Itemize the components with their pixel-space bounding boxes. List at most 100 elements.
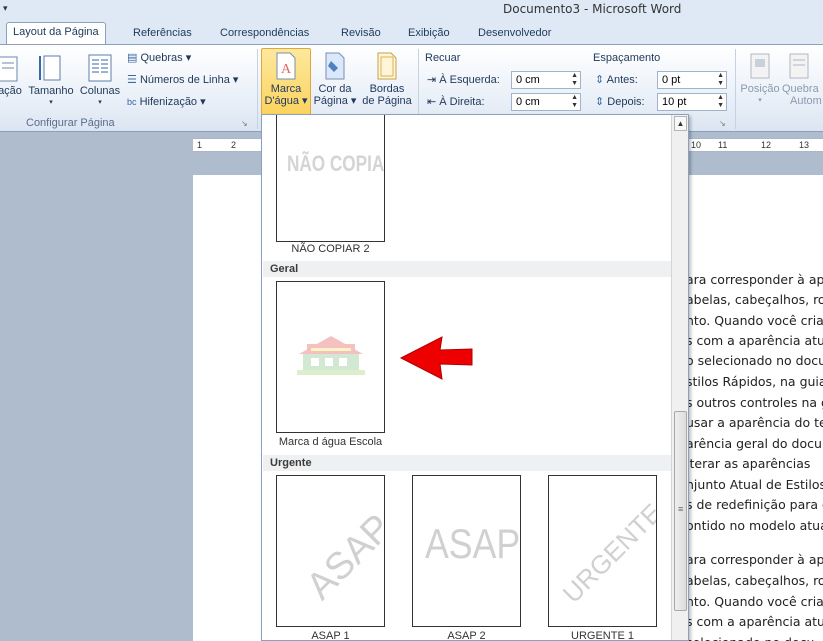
- ruler-number: 1: [197, 140, 203, 150]
- spacing-after-spinner-icon[interactable]: ▲ ▼: [717, 94, 724, 110]
- page-setup-group-label: Configurar Página: [26, 117, 115, 129]
- watermark-caption: NÃO COPIAR 2: [291, 243, 370, 255]
- indent-right-input[interactable]: 0 cm ▲ ▼: [511, 93, 581, 111]
- columns-button[interactable]: Colunas ▾: [78, 53, 122, 109]
- spacing-before-icon: ⇕: [595, 74, 605, 86]
- size-button[interactable]: Tamanho ▾: [27, 53, 75, 109]
- position-button[interactable]: Posição ▾: [738, 51, 782, 107]
- spacing-after-input[interactable]: 10 pt ▲ ▼: [657, 93, 727, 111]
- watermark-option-asap-1[interactable]: ASAP: [276, 475, 385, 627]
- ribbon-tabs: Layout da Página Referências Correspondê…: [0, 20, 823, 44]
- indent-right-icon: ⇤: [427, 96, 437, 108]
- document-text-line: abelas, cabeçalhos, ro: [686, 573, 823, 588]
- watermark-option-asap-2[interactable]: ASAP: [412, 475, 521, 627]
- group-separator: [257, 49, 258, 129]
- position-icon: [750, 53, 770, 79]
- indent-left-input[interactable]: 0 cm ▲ ▼: [511, 71, 581, 89]
- watermark-preview-text: ASAP: [425, 520, 521, 567]
- spacing-before-spinner-icon[interactable]: ▲ ▼: [717, 72, 724, 88]
- columns-label: Colunas: [79, 85, 121, 97]
- size-label: Tamanho: [28, 85, 74, 97]
- spacing-title: Espaçamento: [593, 52, 661, 64]
- document-text-line: selecionado no docu: [686, 635, 814, 641]
- paragraph-launcher-icon[interactable]: ↘: [719, 119, 726, 128]
- watermark-preview-text: URGENTE: [556, 497, 657, 609]
- watermark-label-line1: Marca: [270, 83, 302, 95]
- watermark-gallery[interactable]: NÃO COPIAR NÃO COPIAR 2 Geral Marca d ág…: [261, 114, 689, 641]
- spacing-before-input[interactable]: 0 pt ▲ ▼: [657, 71, 727, 89]
- page-color-button[interactable]: Cor da Página ▾: [312, 51, 358, 107]
- hyphenation-button[interactable]: bc Hifenização ▾: [127, 95, 206, 108]
- tab-review[interactable]: Revisão: [341, 24, 381, 44]
- document-text-line: arência geral do docur: [686, 436, 823, 451]
- spacing-before-label: ⇕ Antes:: [595, 74, 638, 86]
- page-borders-icon: [377, 52, 397, 80]
- watermark-caption: URGENTE 1: [571, 630, 634, 641]
- breaks-button[interactable]: ▤ Quebras ▾: [127, 51, 191, 64]
- text-wrap-icon: [789, 53, 809, 79]
- text-wrap-label-line1: Quebra: [782, 83, 819, 95]
- tab-view[interactable]: Exibição: [408, 24, 450, 44]
- document-text-line: s com a aparência atu: [686, 333, 823, 348]
- svg-text:A: A: [281, 62, 292, 77]
- window-title: Documento3 - Microsoft Word: [503, 2, 682, 16]
- breaks-icon: ▤: [127, 52, 138, 64]
- line-numbers-icon: ☰: [127, 74, 137, 86]
- text-wrap-label-line2: Autom: [790, 95, 822, 107]
- size-dropdown-icon: ▾: [49, 99, 53, 106]
- gallery-scrollbar[interactable]: ▲ ≡: [671, 115, 688, 640]
- document-text-line: ontido no modelo atua: [686, 518, 823, 533]
- page-borders-button[interactable]: Bordas de Página: [360, 51, 414, 107]
- position-label: Posição: [740, 83, 780, 95]
- spacing-after-label: ⇕ Depois:: [595, 96, 645, 108]
- group-separator: [735, 49, 736, 129]
- hyphenation-label: Hifenização: [139, 96, 198, 108]
- document-text-line: o selecionado no docun: [686, 353, 823, 368]
- document-text-line: s outros controles na g: [686, 395, 823, 410]
- scrollbar-thumb[interactable]: ≡: [674, 411, 687, 611]
- watermark-button[interactable]: A Marca D'água ▾: [261, 51, 311, 107]
- ruler-number: 2: [231, 140, 237, 150]
- page-borders-label-line2: de Página: [362, 95, 412, 107]
- watermark-preview-text: ASAP: [298, 506, 385, 608]
- scroll-up-icon[interactable]: ▲: [674, 116, 687, 131]
- document-text-line: nto. Quando você cria i: [686, 313, 823, 328]
- line-numbers-button[interactable]: ☰ Números de Linha ▾: [127, 73, 238, 86]
- document-text-line: lterar as aparências: [686, 456, 811, 471]
- orientation-button[interactable]: ação: [0, 53, 24, 97]
- orientation-label: ação: [0, 85, 22, 97]
- tab-mailings[interactable]: Correspondências: [220, 24, 309, 44]
- indent-left-icon: ⇥: [427, 74, 437, 86]
- document-text-line: s com a aparência atu: [686, 614, 823, 629]
- document-text-line: njunto Atual de Estilos: [686, 477, 823, 492]
- indent-left-label: ⇥ À Esquerda:: [427, 74, 500, 86]
- quick-access-dropdown-icon[interactable]: ▾: [3, 3, 13, 15]
- watermark-caption: Marca d água Escola: [278, 436, 383, 448]
- watermark-caption: ASAP 1: [311, 630, 350, 641]
- orientation-icon: [0, 56, 18, 82]
- watermark-label-line2: D'água: [264, 95, 299, 107]
- text-wrap-button[interactable]: Quebra Autom: [782, 51, 823, 107]
- page-borders-label-line1: Bordas: [369, 83, 405, 95]
- hyphenation-icon: bc: [127, 97, 137, 107]
- indent-right-label: ⇤ À Direita:: [427, 96, 485, 108]
- tab-page-layout[interactable]: Layout da Página: [6, 22, 106, 44]
- indent-right-spinner-icon[interactable]: ▲ ▼: [571, 94, 578, 110]
- watermark-caption: ASAP 2: [447, 630, 486, 641]
- watermark-option-escola[interactable]: [276, 281, 385, 433]
- line-numbers-label: Números de Linha: [139, 74, 230, 86]
- ruler-number: 10: [691, 140, 702, 150]
- watermark-icon: A: [276, 52, 296, 80]
- document-text-line: usar a aparência do te: [686, 415, 823, 430]
- document-text-line: nto. Quando você cria i: [686, 594, 823, 609]
- tab-developer[interactable]: Desenvolvedor: [478, 24, 551, 44]
- tab-references[interactable]: Referências: [133, 24, 192, 44]
- indent-left-spinner-icon[interactable]: ▲ ▼: [571, 72, 578, 88]
- red-arrow-icon: [399, 336, 473, 380]
- page-color-label-line2: Página: [313, 95, 348, 107]
- section-header-geral: Geral: [263, 261, 671, 277]
- watermark-option-urgente-1[interactable]: URGENTE: [548, 475, 657, 627]
- ruler-number: 12: [761, 140, 772, 150]
- page-setup-launcher-icon[interactable]: ↘: [241, 119, 248, 128]
- watermark-option-nao-copiar-2[interactable]: NÃO COPIAR: [276, 115, 385, 242]
